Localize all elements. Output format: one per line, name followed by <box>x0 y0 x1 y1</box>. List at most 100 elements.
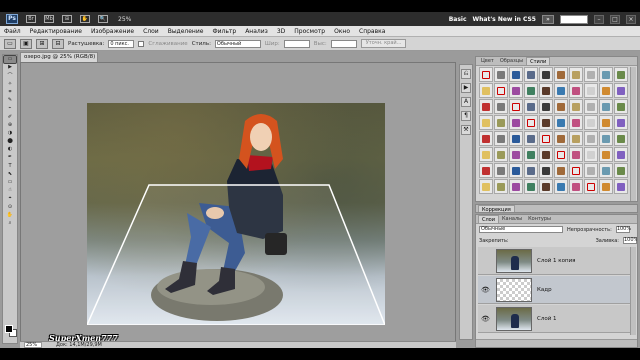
subtract-selection-mode[interactable]: ⊟ <box>52 38 64 49</box>
menu-edit[interactable]: Редактирование <box>30 28 82 35</box>
tab-layers[interactable]: Слои <box>478 215 499 223</box>
tab-paths[interactable]: Контуры <box>525 215 554 223</box>
style-swatch[interactable] <box>539 99 553 114</box>
width-input[interactable] <box>283 39 310 48</box>
style-swatch[interactable] <box>494 163 508 178</box>
feather-input[interactable]: 0 пикс. <box>108 39 135 48</box>
add-selection-mode[interactable]: ⊞ <box>36 38 48 49</box>
foreground-color-swatch[interactable] <box>5 325 13 333</box>
style-swatch[interactable] <box>599 115 613 130</box>
brush-tool[interactable]: ✐ <box>4 114 16 121</box>
style-swatch[interactable] <box>524 99 538 114</box>
style-swatch[interactable] <box>509 115 523 130</box>
style-swatch[interactable] <box>494 99 508 114</box>
visibility-toggle[interactable] <box>481 257 489 265</box>
style-swatch[interactable] <box>479 83 493 98</box>
layer-row[interactable]: Слой 1 копия <box>478 247 630 275</box>
style-swatch[interactable] <box>554 179 568 194</box>
style-swatch[interactable] <box>584 163 598 178</box>
style-swatch[interactable] <box>614 115 628 130</box>
style-swatch[interactable] <box>494 147 508 162</box>
style-swatch[interactable] <box>584 115 598 130</box>
eraser-tool[interactable]: ⬤ <box>4 138 16 145</box>
menu-select[interactable]: Выделение <box>168 28 204 35</box>
style-select[interactable]: Обычный <box>214 39 261 48</box>
style-swatch[interactable] <box>494 131 508 146</box>
style-swatch[interactable] <box>554 83 568 98</box>
tab-channels[interactable]: Каналы <box>499 215 525 223</box>
style-swatch[interactable] <box>494 115 508 130</box>
opacity-value[interactable]: 100% <box>615 226 631 233</box>
style-swatch[interactable] <box>494 179 508 194</box>
style-swatch[interactable] <box>599 99 613 114</box>
style-swatch[interactable] <box>554 67 568 82</box>
bridge-icon[interactable]: Br <box>26 15 36 23</box>
workspace-basic[interactable]: Basic <box>449 16 467 23</box>
layer-row[interactable]: 👁 Кадр <box>478 276 630 304</box>
style-swatch[interactable] <box>524 179 538 194</box>
style-swatch[interactable] <box>509 179 523 194</box>
tab-color[interactable]: Цвет <box>478 57 497 65</box>
style-swatch[interactable] <box>479 179 493 194</box>
style-swatch[interactable] <box>509 67 523 82</box>
paragraph-panel-icon[interactable]: ¶ <box>461 111 471 121</box>
style-swatch[interactable] <box>614 67 628 82</box>
style-swatch[interactable] <box>569 163 583 178</box>
style-swatch[interactable] <box>479 131 493 146</box>
status-zoom-field[interactable]: 25% <box>24 342 42 348</box>
blend-mode-select[interactable]: Обычные <box>479 226 563 233</box>
style-swatch[interactable] <box>554 147 568 162</box>
style-swatch[interactable] <box>479 67 493 82</box>
style-swatch[interactable] <box>524 83 538 98</box>
maximize-button[interactable]: □ <box>610 14 620 24</box>
hand-tool-icon[interactable]: ✋ <box>80 15 90 23</box>
layer-row[interactable]: 👁 Слой 1 <box>478 305 630 333</box>
crop-tool[interactable]: ⌗ <box>4 89 16 96</box>
marquee-tool-preset[interactable]: ▭ <box>4 38 16 49</box>
style-swatch[interactable] <box>614 179 628 194</box>
layers-scrollbar[interactable] <box>630 247 636 335</box>
eye-icon[interactable]: 👁 <box>481 286 490 294</box>
style-swatch[interactable] <box>569 99 583 114</box>
style-swatch[interactable] <box>599 131 613 146</box>
style-swatch[interactable] <box>569 179 583 194</box>
close-button[interactable]: × <box>626 14 636 24</box>
height-input[interactable] <box>330 39 357 48</box>
style-swatch[interactable] <box>584 131 598 146</box>
eye-icon[interactable]: 👁 <box>481 315 490 323</box>
style-swatch[interactable] <box>554 115 568 130</box>
menu-help[interactable]: Справка <box>359 28 385 35</box>
3d-rotate-tool[interactable]: ☝ <box>4 187 16 194</box>
style-swatch[interactable] <box>569 147 583 162</box>
style-swatch[interactable] <box>509 147 523 162</box>
tab-swatches[interactable]: Образцы <box>497 57 526 65</box>
style-swatch[interactable] <box>479 147 493 162</box>
style-swatch[interactable] <box>539 115 553 130</box>
style-swatch[interactable] <box>599 67 613 82</box>
workspace-overflow-button[interactable]: » <box>542 14 554 24</box>
style-swatch[interactable] <box>524 115 538 130</box>
style-swatch[interactable] <box>599 147 613 162</box>
style-swatch[interactable] <box>554 99 568 114</box>
style-swatch[interactable] <box>509 131 523 146</box>
style-swatch[interactable] <box>614 163 628 178</box>
style-swatch[interactable] <box>479 115 493 130</box>
view-extras-icon[interactable]: ⊞ <box>62 15 72 23</box>
style-swatch[interactable] <box>509 83 523 98</box>
style-swatch[interactable] <box>569 67 583 82</box>
fill-value[interactable]: 100% <box>623 237 637 244</box>
eyedropper-tool[interactable]: ✎ <box>4 97 16 104</box>
style-swatch[interactable] <box>614 147 628 162</box>
style-swatch[interactable] <box>569 115 583 130</box>
style-swatch[interactable] <box>524 147 538 162</box>
tab-corrections[interactable]: Коррекция <box>478 205 515 212</box>
type-tool[interactable]: T <box>4 163 16 170</box>
dodge-tool[interactable]: ⊙ <box>4 204 16 211</box>
style-swatch[interactable] <box>584 67 598 82</box>
antialias-checkbox[interactable] <box>138 40 145 47</box>
style-swatch[interactable] <box>539 147 553 162</box>
zoom-tool[interactable]: ⌕ <box>4 220 16 227</box>
quick-selection-tool[interactable]: ✧ <box>4 81 16 88</box>
menu-image[interactable]: Изображение <box>91 28 134 35</box>
style-swatch[interactable] <box>539 163 553 178</box>
